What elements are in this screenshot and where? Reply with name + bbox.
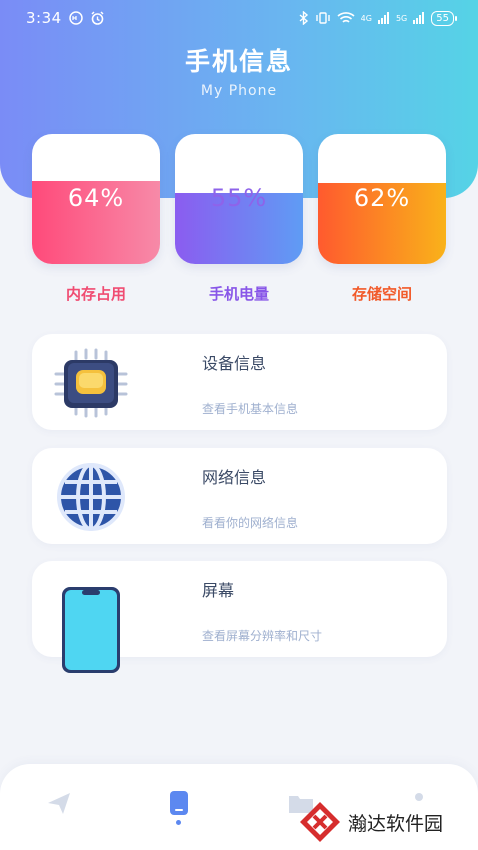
memory-percent: 64% bbox=[67, 184, 125, 212]
device-info-title: 设备信息 bbox=[202, 354, 267, 373]
vibrate-icon bbox=[315, 12, 330, 24]
network-info-desc: 看看你的网络信息 bbox=[202, 516, 299, 530]
page-title: 手机信息 bbox=[184, 47, 293, 76]
wifi-icon bbox=[337, 12, 355, 23]
signal-icon-2 bbox=[413, 12, 425, 24]
send-icon[interactable] bbox=[44, 788, 74, 818]
screen-info-title: 屏幕 bbox=[202, 581, 235, 600]
watermark-logo-icon bbox=[300, 802, 340, 842]
page-subtitle: My Phone bbox=[200, 83, 278, 99]
phone-icon[interactable] bbox=[164, 788, 194, 818]
network-info-title: 网络信息 bbox=[202, 468, 267, 487]
status-time: 3:34 bbox=[26, 9, 62, 27]
watermark-text: 瀚达软件园 bbox=[348, 812, 444, 835]
device-info-desc: 查看手机基本信息 bbox=[202, 402, 299, 416]
battery-gauge[interactable]: 55% bbox=[175, 134, 303, 264]
device-info-card[interactable]: 设备信息 查看手机基本信息 bbox=[32, 334, 447, 430]
signal-icon bbox=[377, 12, 389, 24]
watermark: 瀚达软件园 bbox=[298, 798, 478, 846]
bluetooth-icon bbox=[299, 11, 308, 25]
phone-screen-icon bbox=[62, 587, 120, 673]
globe-icon bbox=[57, 463, 125, 531]
screen-info-desc: 查看屏幕分辨率和尺寸 bbox=[202, 629, 323, 643]
hd-icon bbox=[68, 11, 83, 25]
storage-percent: 62% bbox=[353, 184, 411, 212]
memory-gauge[interactable]: 64% bbox=[32, 134, 160, 264]
battery-label: 手机电量 bbox=[208, 285, 269, 303]
status-bar: 3:34 4G 5G 55 bbox=[0, 0, 478, 36]
memory-label: 内存占用 bbox=[65, 285, 126, 303]
storage-label: 存储空间 bbox=[351, 285, 412, 303]
chip-icon bbox=[54, 348, 128, 418]
battery-percent: 55% bbox=[210, 184, 268, 212]
alarm-icon bbox=[91, 10, 104, 25]
battery-indicator: 55 bbox=[431, 10, 457, 26]
screen-info-card[interactable]: 屏幕 查看屏幕分辨率和尺寸 bbox=[32, 561, 447, 673]
network-info-card[interactable]: 网络信息 看看你的网络信息 bbox=[32, 448, 447, 544]
network-tag-2: 5G bbox=[395, 13, 408, 23]
active-nav-dot bbox=[176, 820, 181, 825]
network-tag: 4G bbox=[360, 13, 372, 23]
storage-gauge[interactable]: 62% bbox=[318, 134, 446, 264]
